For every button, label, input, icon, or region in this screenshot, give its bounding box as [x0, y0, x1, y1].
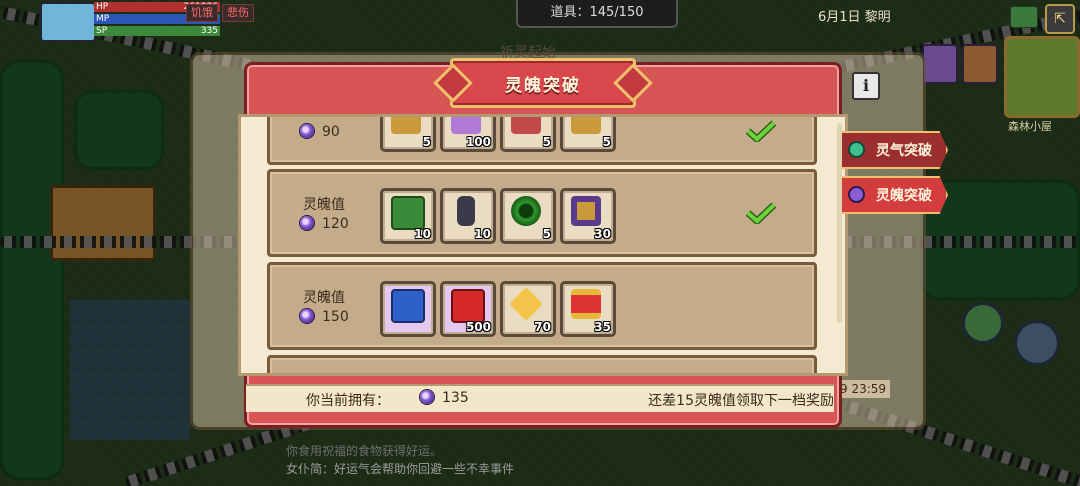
message-log: 你食用祝福的食物获得好运。 女仆简：好运气会帮助你回避一些不幸事件	[286, 442, 514, 478]
network-icon	[1010, 6, 1038, 28]
tier-name: 灵魄值	[303, 197, 345, 213]
purple-box-icon	[571, 196, 601, 226]
reward-item[interactable]: 70	[500, 281, 556, 337]
avatar[interactable]	[40, 2, 96, 42]
green-ring-icon	[511, 196, 541, 226]
reward-item[interactable]: 5	[500, 188, 556, 244]
reward-item[interactable]: 500	[440, 281, 496, 337]
next-tier-hint: 还差15灵魄值领取下一档奖励	[648, 393, 834, 409]
reward-item[interactable]: 30	[560, 188, 616, 244]
own-label: 你当前拥有：	[306, 393, 390, 409]
reward-item[interactable]: 10	[380, 188, 436, 244]
item-count: 100	[465, 135, 491, 149]
herb-icon[interactable]	[962, 302, 1004, 344]
tier-requirement: 90	[300, 124, 380, 140]
gold-crystal-icon	[509, 287, 543, 321]
exit-button[interactable]: ⇱	[1045, 4, 1075, 34]
reward-item[interactable]	[380, 281, 436, 337]
gold-item-icon	[391, 117, 421, 134]
reward-item[interactable]: 5	[380, 117, 436, 152]
tier-value: 90	[322, 124, 340, 140]
mp-label: MP	[96, 14, 110, 24]
green-book-icon	[391, 196, 425, 230]
skill-button[interactable]	[1014, 320, 1060, 366]
claimed-check-icon	[746, 202, 776, 224]
item-count: 500	[465, 320, 491, 334]
tab-label: 灵魄突破	[876, 188, 932, 204]
item-count: 70	[534, 320, 551, 334]
gold-item-icon	[571, 117, 601, 134]
own-value-text: 135	[442, 390, 469, 406]
item-count: 5	[422, 135, 431, 149]
reward-tier-row	[267, 355, 817, 373]
item-count: 30	[594, 227, 611, 241]
tier-name: 灵魄值	[303, 290, 345, 306]
hourglass-icon	[571, 289, 601, 319]
dialog-title: 灵魄突破	[505, 76, 581, 96]
tier-value: 120	[322, 216, 349, 232]
behind-time: 9 23:59	[836, 380, 891, 398]
reward-item[interactable]: 10	[440, 188, 496, 244]
food-icon[interactable]	[962, 44, 998, 84]
bottle-icon	[457, 196, 475, 226]
tab-soul-breakthrough[interactable]: 灵魄突破	[842, 176, 948, 214]
soul-orb-icon	[850, 188, 863, 201]
item-count: 5	[542, 227, 551, 241]
soul-orb-icon	[300, 309, 314, 323]
soul-orb-icon	[420, 390, 434, 404]
item-count: 35	[594, 320, 611, 334]
reward-item[interactable]: 5	[560, 117, 616, 152]
item-count: 5	[542, 135, 551, 149]
shortcut-icons	[922, 44, 1000, 94]
red-brick-icon	[451, 289, 485, 323]
purple-item-icon	[451, 117, 481, 134]
reward-tier-row: 90 5 100 5 5	[267, 117, 817, 165]
tier-requirement: 120	[300, 216, 380, 232]
red-item-icon	[511, 117, 541, 134]
own-value: 135	[420, 390, 469, 406]
sp-value: 335	[200, 26, 218, 36]
item-count: 10	[414, 227, 431, 241]
sp-label: SP	[96, 26, 108, 36]
log-line: 你食用祝福的食物获得好运。	[286, 444, 443, 458]
info-button[interactable]: i	[852, 72, 880, 100]
treasure-icon[interactable]	[922, 44, 958, 84]
reward-item[interactable]: 5	[500, 117, 556, 152]
scrollbar[interactable]	[837, 123, 842, 323]
item-count: 5	[602, 135, 611, 149]
sp-bar: SP 335	[94, 26, 220, 36]
tab-label: 灵气突破	[876, 143, 932, 159]
log-line: 女仆简：好运气会帮助你回避一些不幸事件	[286, 462, 515, 476]
tier-requirement: 150	[300, 309, 380, 325]
soul-balance-footer: 你当前拥有： 135 还差15灵魄值领取下一档奖励	[246, 384, 834, 412]
reward-tier-row: 灵魄值 150 500 70 35	[267, 262, 817, 350]
reward-tier-row: 灵魄值 120 10 10 5 30	[267, 169, 817, 257]
soul-orb-icon	[300, 124, 314, 138]
reward-list[interactable]: 90 5 100 5 5 灵魄值 120 10 10 5 30 灵魄值 150 …	[238, 114, 848, 376]
inventory-count[interactable]: 道具：145/150	[516, 0, 678, 28]
item-count: 10	[474, 227, 491, 241]
hunger-status[interactable]: 饥饿	[186, 4, 218, 22]
reward-item[interactable]: 100	[440, 117, 496, 152]
date-time: 6月1日 黎明	[818, 10, 891, 25]
claimed-check-icon	[746, 120, 776, 142]
location-label: 森林小屋	[1008, 120, 1052, 133]
blue-potion-book-icon	[391, 289, 425, 323]
title-banner: 灵魄突破	[433, 58, 653, 108]
soul-orb-icon	[300, 216, 314, 230]
reward-item[interactable]: 35	[560, 281, 616, 337]
tier-value: 150	[322, 309, 349, 325]
minimap[interactable]	[1004, 36, 1080, 118]
mood-status[interactable]: 悲伤	[222, 4, 254, 22]
tab-qi-breakthrough[interactable]: 灵气突破	[842, 131, 948, 169]
hp-label: HP	[96, 2, 109, 12]
green-gem-icon	[850, 143, 863, 156]
